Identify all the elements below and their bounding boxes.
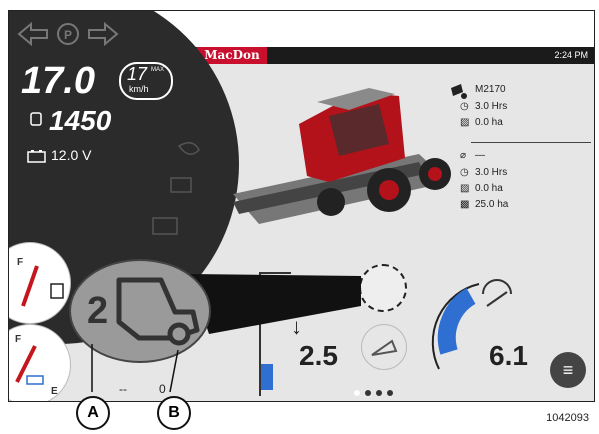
page-dot-4[interactable]: [387, 390, 393, 396]
speed-limit-tag: MAX: [151, 67, 165, 73]
speed-limit-value: 17: [127, 64, 148, 84]
windrower-image: [233, 88, 451, 224]
machine-area: 0.0 ha: [475, 117, 503, 128]
machine-hours: 3.0 Hrs: [475, 101, 508, 112]
page-dot-1[interactable]: [354, 390, 360, 396]
reel-icon: [170, 177, 192, 193]
header-icon: ⌀: [460, 150, 467, 161]
total-area: 25.0 ha: [475, 199, 509, 210]
svg-text:P: P: [64, 28, 72, 42]
header-area-icon: ▨: [460, 183, 470, 194]
figure-id: 1042093: [546, 412, 589, 424]
speed-limit-badge: 17 MAX km/h: [119, 62, 173, 100]
callout-label-a: A: [76, 396, 110, 430]
battery-icon: [27, 150, 46, 163]
reel-icon-right: [482, 279, 512, 307]
speed-readout: 17.0: [21, 60, 95, 102]
stats-divider: [471, 142, 591, 143]
battery-voltage: 12.0 V: [51, 147, 92, 163]
turn-signal-park-icons: P: [17, 21, 119, 47]
menu-button[interactable]: ≡: [550, 352, 586, 388]
header-hours-icon: ◷: [460, 167, 469, 178]
machine-hours-icon: ◷: [460, 101, 469, 112]
machine-area-icon: ▨: [460, 117, 470, 128]
left-turn-icon: [17, 21, 48, 47]
header-height-fill: [261, 364, 273, 390]
page-dot-3[interactable]: [376, 390, 382, 396]
engine-rpm-readout: 1450: [49, 105, 112, 136]
header-hours: 3.0 Hrs: [475, 167, 508, 178]
drive-icon: [152, 217, 178, 235]
status-indicator-icons: [152, 142, 200, 235]
header-area: 0.0 ha: [475, 183, 503, 194]
zoom-gear-number: 2: [87, 290, 109, 332]
engine-rpm-icon: [30, 112, 42, 126]
callout-label-b: B: [157, 396, 191, 430]
page-dot-2[interactable]: [365, 390, 371, 396]
right-turn-icon: [88, 21, 119, 47]
reel-speed-value: 6.1: [489, 340, 528, 371]
speed-unit: km/h: [129, 84, 149, 94]
eco-leaf-icon: [177, 142, 200, 155]
total-area-icon: ▩: [460, 199, 470, 210]
model-name: M2170: [475, 84, 506, 95]
clock-readout: 2:24 PM: [554, 50, 588, 60]
windrower-small-icon: [451, 84, 467, 99]
header-value: —: [475, 150, 485, 161]
